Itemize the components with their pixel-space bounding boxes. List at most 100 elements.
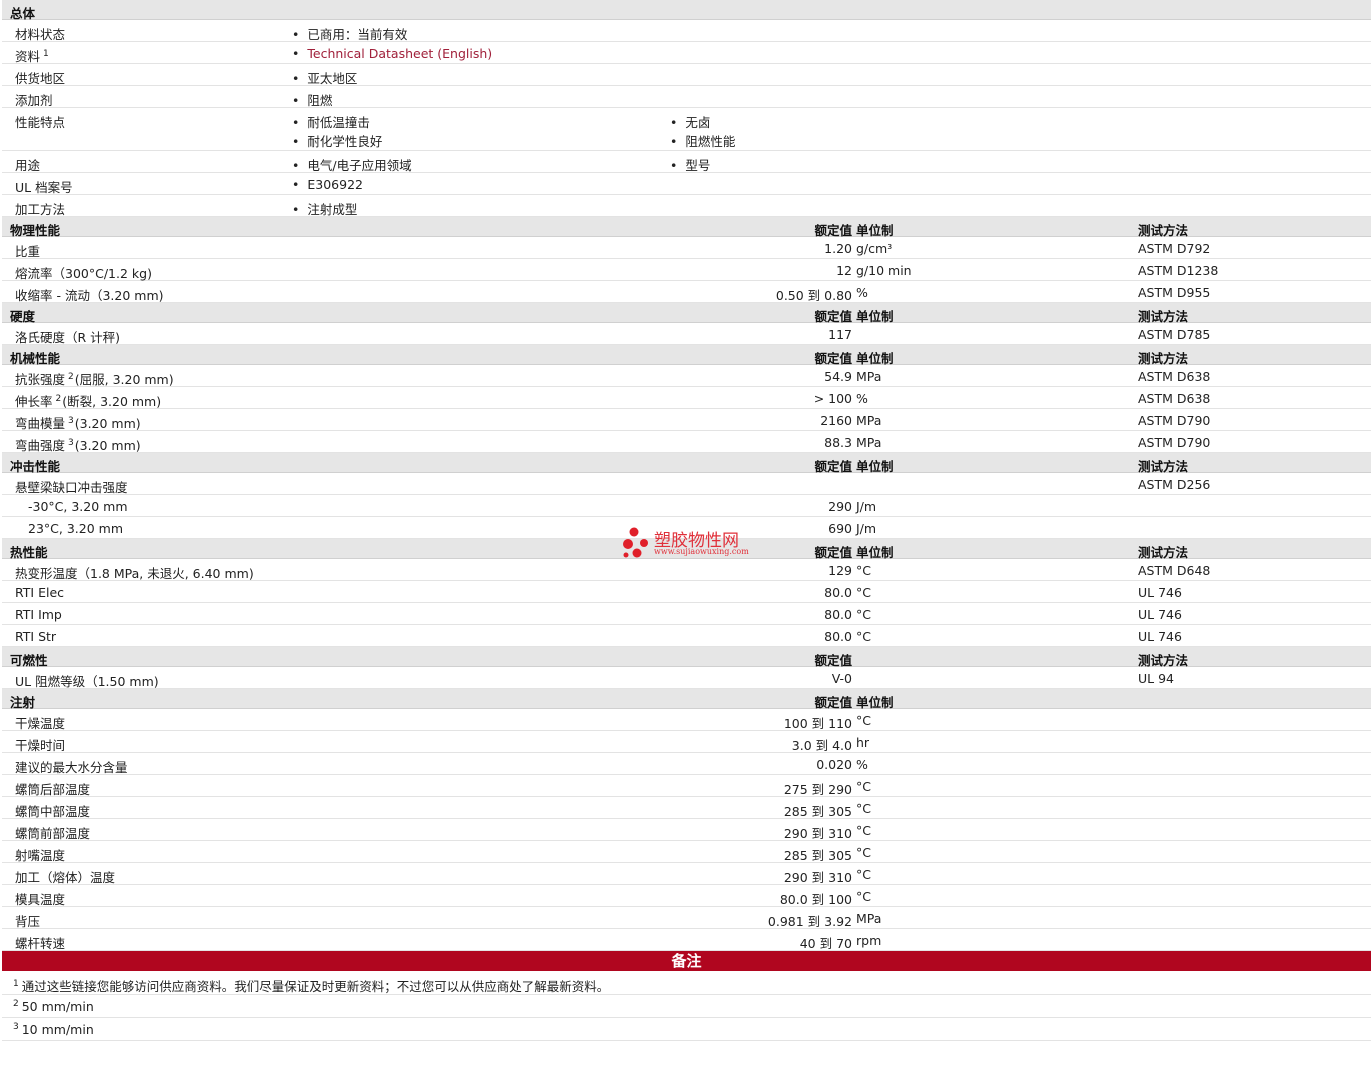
- section-flammability-header: 可燃性 额定值 测试方法: [2, 647, 1371, 668]
- row-value: 290 到 310: [783, 870, 852, 885]
- row-label: 建议的最大水分含量: [15, 760, 128, 775]
- row-test: UL 746: [1138, 629, 1182, 644]
- row-label: 供货地区: [15, 71, 66, 86]
- flammability-rows: UL 阻燃等级（1.50 mm) V-0 UL 94: [2, 667, 1371, 689]
- datasheet: 总体 材料状态 已商用：当前有效 资料1 Technical Datasheet…: [2, 0, 1371, 1041]
- row-value: E306922: [292, 177, 363, 192]
- row-label: 螺筒中部温度: [15, 804, 91, 819]
- table-row: 抗张强度 2(屈服, 3.20 mm) 54.9 MPa ASTM D638: [2, 365, 1371, 387]
- row-value: 阻燃性能: [670, 131, 735, 150]
- table-row: UL 阻燃等级（1.50 mm) V-0 UL 94: [2, 667, 1371, 689]
- row-uses: 用途 电气/电子应用领域 型号: [2, 151, 1371, 173]
- row-value: 129: [828, 563, 852, 578]
- row-material-status: 材料状态 已商用：当前有效: [2, 20, 1371, 42]
- row-label: 熔流率（300°C/1.2 kg): [15, 266, 152, 281]
- row-label: 背压: [15, 914, 41, 929]
- row-documents: 资料1 Technical Datasheet (English): [2, 42, 1371, 64]
- row-unit: °C: [856, 823, 871, 838]
- row-label: RTI Imp: [15, 607, 62, 622]
- row-unit: °C: [856, 713, 871, 728]
- thermal-rows: 热变形温度（1.8 MPa, 未退火, 6.40 mm) 129 °C ASTM D6…: [2, 559, 1371, 647]
- row-value: 100 到 110: [783, 716, 852, 731]
- row-value: 285 到 305: [783, 804, 852, 819]
- table-row: RTI Str 80.0 °C UL 746: [2, 625, 1371, 647]
- row-test: UL 746: [1138, 585, 1182, 600]
- row-unit: °C: [856, 845, 871, 860]
- row-value: V-0: [831, 671, 852, 686]
- row-label: 弯曲模量 3(3.20 mm): [15, 413, 141, 432]
- row-label: 比重: [15, 244, 41, 259]
- row-value: 88.3: [824, 435, 852, 450]
- row-test: ASTM D785: [1138, 327, 1211, 342]
- row-test: ASTM D256: [1138, 477, 1211, 492]
- row-value: 耐低温撞击: [292, 112, 370, 131]
- row-test: UL 746: [1138, 607, 1182, 622]
- physical-rows: 比重 1.20 g/cm³ ASTM D792 熔流率（300°C/1.2 kg) 12 g…: [2, 237, 1371, 303]
- row-label: 螺筒后部温度: [15, 782, 91, 797]
- row-unit: °C: [856, 607, 871, 622]
- row-region: 供货地区 亚太地区: [2, 64, 1371, 86]
- section-hardness-header: 硬度 额定值 单位制 测试方法: [2, 303, 1371, 324]
- row-test: ASTM D792: [1138, 241, 1211, 256]
- table-row: 比重 1.20 g/cm³ ASTM D792: [2, 237, 1371, 259]
- watermark-url: www.sujiaowuxing.com: [654, 547, 749, 556]
- row-value: 117: [828, 327, 852, 342]
- row-label: 螺杆转速: [15, 936, 66, 951]
- row-value: 80.0: [824, 607, 852, 622]
- row-label: UL 阻燃等级（1.50 mm): [15, 674, 159, 689]
- row-unit: J/m: [856, 499, 877, 514]
- row-label: 抗张强度 2(屈服, 3.20 mm): [15, 369, 174, 388]
- row-value: 电气/电子应用领域: [292, 155, 411, 174]
- hardness-rows: 洛氏硬度（R 计秤) 117 ASTM D785: [2, 323, 1371, 345]
- mechanical-rows: 抗张强度 2(屈服, 3.20 mm) 54.9 MPa ASTM D638 伸长率 2(断…: [2, 365, 1371, 453]
- row-unit: °C: [856, 563, 871, 578]
- row-izod-impact: 悬壁梁缺口冲击强度 ASTM D256: [2, 473, 1371, 495]
- row-test: ASTM D955: [1138, 285, 1211, 300]
- row-label: 收缩率 - 流动（3.20 mm): [15, 288, 164, 303]
- table-row: 背压 0.981 到 3.92 MPa: [2, 907, 1371, 929]
- row-processing: 加工方法 注射成型: [2, 195, 1371, 217]
- footnote: 3 10 mm/min: [13, 1022, 94, 1037]
- row-value: 12: [836, 263, 852, 278]
- row-label: UL 档案号: [15, 180, 73, 195]
- row-value: 型号: [670, 155, 710, 174]
- row-value: 已商用：当前有效: [292, 24, 407, 43]
- table-row: 干燥温度 100 到 110 °C: [2, 709, 1371, 731]
- footnote-number: 2: [13, 999, 19, 1009]
- table-row: 热变形温度（1.8 MPa, 未退火, 6.40 mm) 129 °C ASTM D6…: [2, 559, 1371, 581]
- table-row: 弯曲强度 3(3.20 mm) 88.3 MPa ASTM D790: [2, 431, 1371, 453]
- row-value: 3.0 到 4.0: [791, 738, 852, 753]
- section-injection-header: 注射 额定值 单位制: [2, 689, 1371, 710]
- label-text: 弯曲强度: [15, 438, 66, 453]
- row-label: 热变形温度（1.8 MPa, 未退火, 6.40 mm): [15, 566, 254, 581]
- table-row: 收缩率 - 流动（3.20 mm) 0.50 到 0.80% ASTM D955: [2, 281, 1371, 303]
- section-impact-header: 冲击性能 额定值 单位制 测试方法: [2, 453, 1371, 474]
- row-label: 模具温度: [15, 892, 66, 907]
- row-unit: g/10 min: [856, 263, 912, 278]
- row-label: 资料 1: [15, 49, 49, 64]
- row-label: -30°C, 3.20 mm: [28, 499, 128, 514]
- notes-rows: 1 通过这些链接您能够访问供应商资料。我们尽量保证及时更新资料；不过您可以从供应商…: [2, 972, 1371, 1041]
- table-row: 螺杆转速 40 到 70 rpm: [2, 929, 1371, 951]
- row-unit: °C: [856, 779, 871, 794]
- footnote: 1 通过这些链接您能够访问供应商资料。我们尽量保证及时更新资料；不过您可以从供应商…: [13, 976, 609, 995]
- row-value: 无卤: [670, 112, 710, 131]
- table-row: RTI Imp 80.0 °C UL 746: [2, 603, 1371, 625]
- table-row: 射嘴温度 285 到 305 °C: [2, 841, 1371, 863]
- row-unit: °C: [856, 585, 871, 600]
- table-row: RTI Elec 80.0 °C UL 746: [2, 581, 1371, 603]
- row-unit: MPa: [856, 369, 882, 384]
- row-value: 80.0 到 100: [779, 892, 852, 907]
- technical-datasheet-link[interactable]: Technical Datasheet (English): [292, 46, 492, 61]
- row-label: 性能特点: [15, 115, 66, 130]
- footnote-number: 3: [13, 1022, 19, 1032]
- row-unit: °C: [856, 867, 871, 882]
- row-value: 80.0: [824, 629, 852, 644]
- footnote-row: 1 通过这些链接您能够访问供应商资料。我们尽量保证及时更新资料；不过您可以从供应商…: [2, 972, 1371, 995]
- table-row: 螺筒中部温度 285 到 305 °C: [2, 797, 1371, 819]
- row-value: 290: [828, 499, 852, 514]
- row-test: ASTM D648: [1138, 563, 1211, 578]
- table-row: 建议的最大水分含量 0.020%: [2, 753, 1371, 775]
- row-value: 285 到 305: [783, 848, 852, 863]
- row-additive: 添加剂 阻燃: [2, 86, 1371, 108]
